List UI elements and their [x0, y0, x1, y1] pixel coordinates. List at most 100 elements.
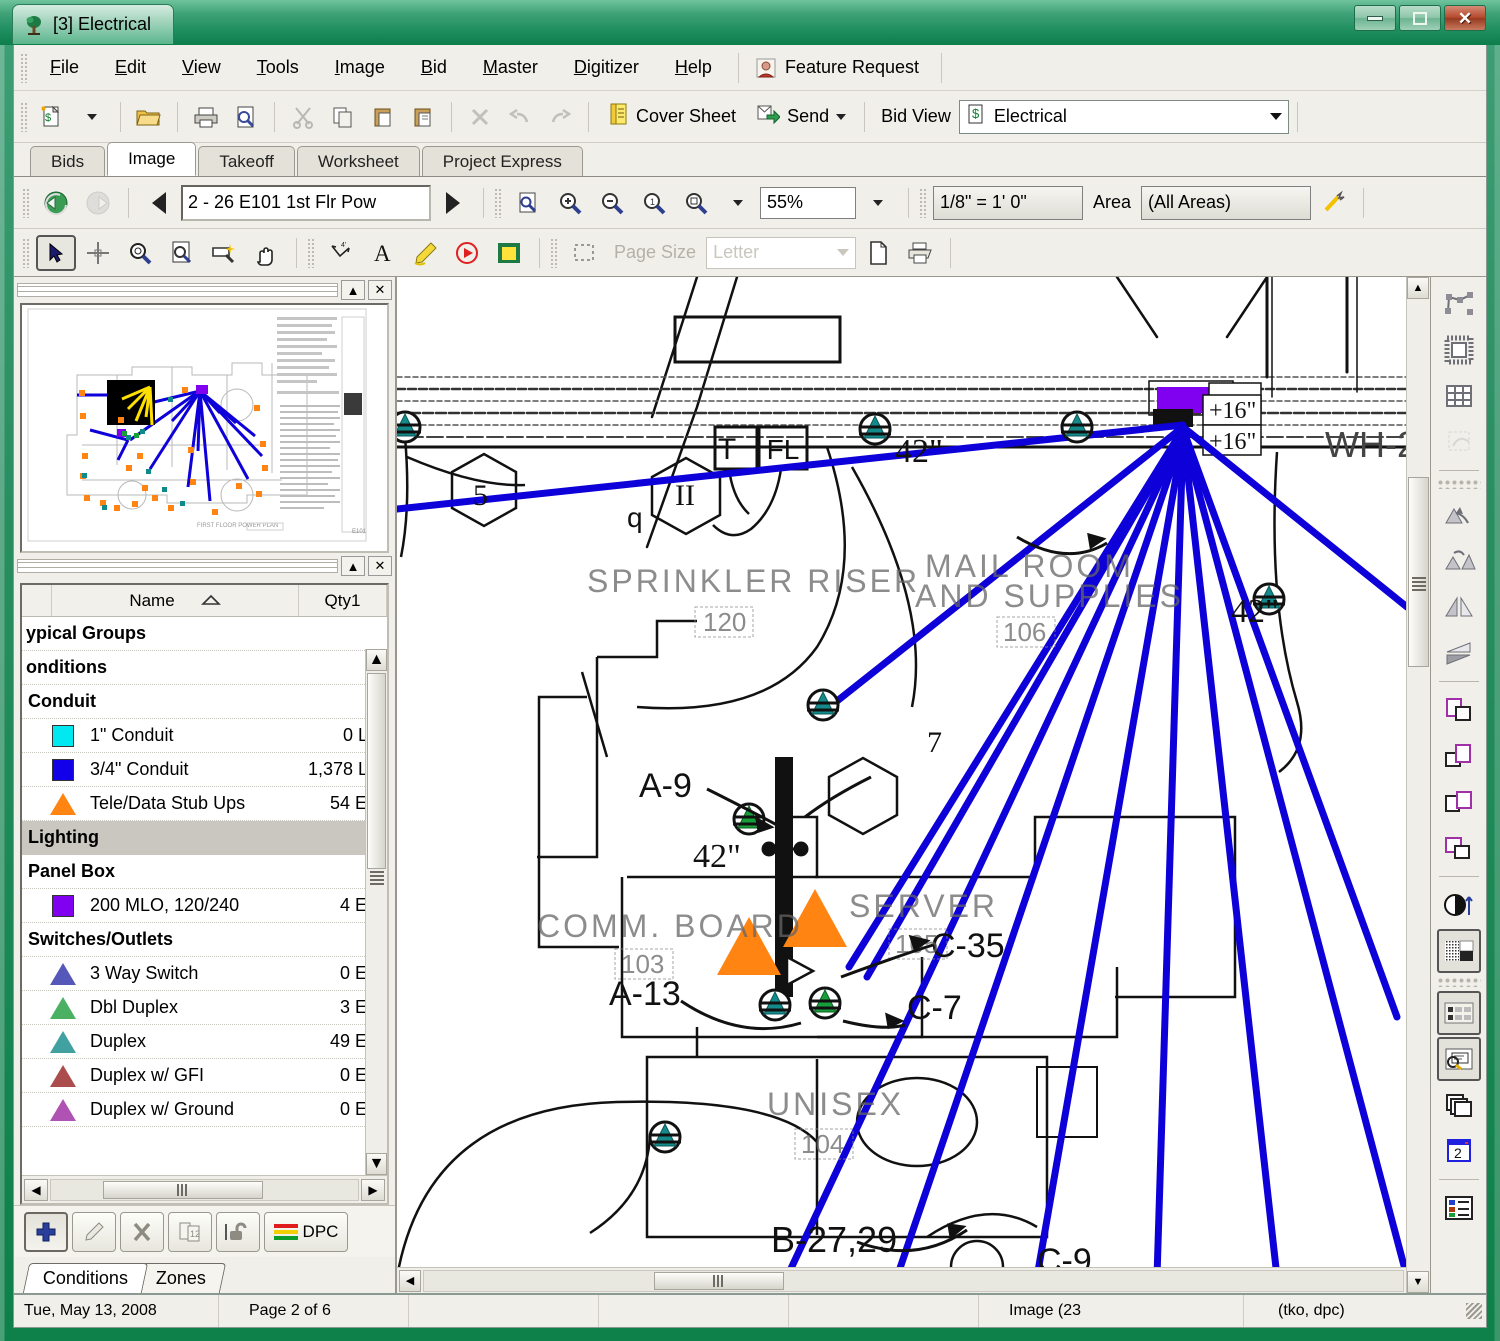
- pagesize-grip[interactable]: [550, 238, 557, 268]
- forward-globe-icon[interactable]: [78, 184, 118, 222]
- zoom-window-icon[interactable]: [676, 184, 716, 222]
- new-dropdown-arrow[interactable]: [72, 98, 112, 136]
- printer-icon[interactable]: [900, 235, 940, 271]
- rotate-left-icon[interactable]: [1437, 493, 1481, 537]
- fit-page-icon[interactable]: [508, 184, 548, 222]
- paste-icon[interactable]: [363, 98, 403, 136]
- delete-x-icon[interactable]: [460, 98, 500, 136]
- copy-condition-button[interactable]: 12: [168, 1212, 212, 1252]
- add-condition-button[interactable]: [24, 1212, 68, 1252]
- magnifier-icon[interactable]: [120, 235, 160, 271]
- conditions-vertical-scrollbar[interactable]: ▲ ▼: [365, 649, 387, 1175]
- rotate-right-icon[interactable]: [1437, 539, 1481, 583]
- minimize-button[interactable]: [1354, 5, 1396, 31]
- paste-special-icon[interactable]: [403, 98, 443, 136]
- column-header-qty1[interactable]: Qty1: [299, 585, 387, 616]
- table-row[interactable]: Duplex w/ Ground 0 EA: [22, 1093, 387, 1127]
- scroll-down-arrow-icon[interactable]: ▼: [366, 1153, 387, 1175]
- menu-help[interactable]: Help: [657, 51, 730, 84]
- flip-horizontal-icon[interactable]: [1437, 585, 1481, 629]
- tab-takeoff[interactable]: Takeoff: [198, 146, 295, 176]
- tab-worksheet[interactable]: Worksheet: [297, 146, 420, 176]
- menu-digitizer[interactable]: Digitizer: [556, 51, 657, 84]
- group-row-lighting[interactable]: Lighting: [22, 821, 387, 855]
- zoom-actual-size-icon[interactable]: 1: [634, 184, 674, 222]
- tab-conditions[interactable]: Conditions: [23, 1263, 148, 1293]
- layers-stack-icon[interactable]: [1437, 1083, 1481, 1127]
- zoom-in-icon[interactable]: [550, 184, 590, 222]
- tab-project-express[interactable]: Project Express: [422, 146, 583, 176]
- record-play-icon[interactable]: [447, 235, 487, 271]
- thumbnail-collapse-button[interactable]: ▲: [341, 280, 365, 300]
- dither-halftone-icon[interactable]: [1437, 929, 1481, 973]
- previous-page-button[interactable]: [139, 184, 179, 222]
- crosshair-icon[interactable]: [78, 235, 118, 271]
- group-row-switches-outlets[interactable]: Switches/Outlets: [22, 923, 387, 957]
- flip-vertical-icon[interactable]: [1437, 631, 1481, 675]
- annot-grip[interactable]: [307, 238, 314, 268]
- magic-wand-icon[interactable]: [1313, 184, 1353, 222]
- hscroll-track[interactable]: [50, 1179, 359, 1201]
- print-icon[interactable]: [186, 98, 226, 136]
- send-button[interactable]: Send: [746, 99, 856, 134]
- polyline-shape-icon[interactable]: [1437, 282, 1481, 326]
- table-row[interactable]: Duplex w/ GFI 0 EA: [22, 1059, 387, 1093]
- page-selector-combo[interactable]: 2 - 26 E101 1st Flr Pow: [181, 185, 431, 221]
- menu-edit[interactable]: Edit: [97, 51, 164, 84]
- menu-image[interactable]: Image: [317, 51, 403, 84]
- clip-region-icon[interactable]: [1437, 420, 1481, 464]
- table-row[interactable]: 200 MLO, 120/240 4 EA: [22, 889, 387, 923]
- table-row[interactable]: Duplex 49 EA: [22, 1025, 387, 1059]
- thumbnail-view[interactable]: FIRST FLOOR POWER PLAN E101: [20, 303, 389, 553]
- tab-bids[interactable]: Bids: [30, 146, 105, 176]
- table-row[interactable]: Tele/Data Stub Ups 54 EA: [22, 787, 387, 821]
- page-toolbar-grip[interactable]: [22, 188, 29, 218]
- canvas-hscroll-thumb[interactable]: [654, 1272, 784, 1290]
- measure-sparkle-icon[interactable]: [204, 235, 244, 271]
- zoom-out-icon[interactable]: [592, 184, 632, 222]
- hand-pan-icon[interactable]: [246, 235, 286, 271]
- column-header-marker[interactable]: [22, 585, 52, 616]
- blank-page-icon[interactable]: [858, 235, 898, 271]
- new-document-icon[interactable]: $: [32, 98, 72, 136]
- hscroll-thumb[interactable]: [103, 1181, 263, 1199]
- page-duplicate-icon[interactable]: [1437, 780, 1481, 824]
- rt-grip[interactable]: [1437, 479, 1481, 489]
- canvas-vscroll-thumb[interactable]: [1408, 477, 1429, 667]
- drawing-scale-combo[interactable]: 1/8" = 1' 0": [933, 186, 1083, 220]
- tab-zones[interactable]: Zones: [136, 1263, 226, 1293]
- legend-list-icon[interactable]: [1437, 1186, 1481, 1230]
- page-previous-icon[interactable]: [1437, 734, 1481, 778]
- scroll-left-arrow-icon[interactable]: ◀: [24, 1179, 48, 1201]
- marquee-select-icon[interactable]: [564, 235, 604, 271]
- table-row[interactable]: 3/4" Conduit 1,378 LF: [22, 753, 387, 787]
- edit-condition-button[interactable]: [72, 1212, 116, 1252]
- dpc-button[interactable]: DPC: [264, 1212, 348, 1252]
- group-row-panel-box[interactable]: Panel Box: [22, 855, 387, 889]
- bid-view-combo[interactable]: $ Electrical: [959, 100, 1289, 134]
- zoom-combo-arrow[interactable]: [858, 184, 898, 222]
- group-row-typical-groups[interactable]: ypical Groups: [22, 617, 387, 651]
- redo-arrow-icon[interactable]: [540, 98, 580, 136]
- fill-pattern-icon[interactable]: [1437, 328, 1481, 372]
- menu-view[interactable]: View: [164, 51, 239, 84]
- conditions-horizontal-scrollbar[interactable]: ◀ ▶: [22, 1175, 387, 1203]
- maximize-button[interactable]: [1399, 5, 1441, 31]
- menu-bid[interactable]: Bid: [403, 51, 465, 84]
- cover-sheet-button[interactable]: Cover Sheet: [597, 99, 746, 134]
- close-button[interactable]: ✕: [1444, 5, 1486, 31]
- page-preview-icon[interactable]: [1437, 1037, 1481, 1081]
- scroll-right-arrow-icon[interactable]: ▶: [361, 1179, 385, 1201]
- arrow-select-icon[interactable]: [36, 235, 76, 271]
- next-page-button[interactable]: [433, 184, 473, 222]
- lock-condition-button[interactable]: [216, 1212, 260, 1252]
- grid-table-icon[interactable]: [1437, 374, 1481, 418]
- table-row[interactable]: 3 Way Switch 0 EA: [22, 957, 387, 991]
- zoom-level-combo[interactable]: 55%: [760, 187, 856, 219]
- conditions-collapse-button[interactable]: ▲: [341, 556, 365, 576]
- zoom-toolbar-grip[interactable]: [494, 188, 501, 218]
- scroll-thumb[interactable]: [367, 673, 386, 869]
- scale-toolbar-grip[interactable]: [919, 188, 926, 218]
- delete-condition-button[interactable]: [120, 1212, 164, 1252]
- area-combo[interactable]: (All Areas): [1141, 186, 1311, 220]
